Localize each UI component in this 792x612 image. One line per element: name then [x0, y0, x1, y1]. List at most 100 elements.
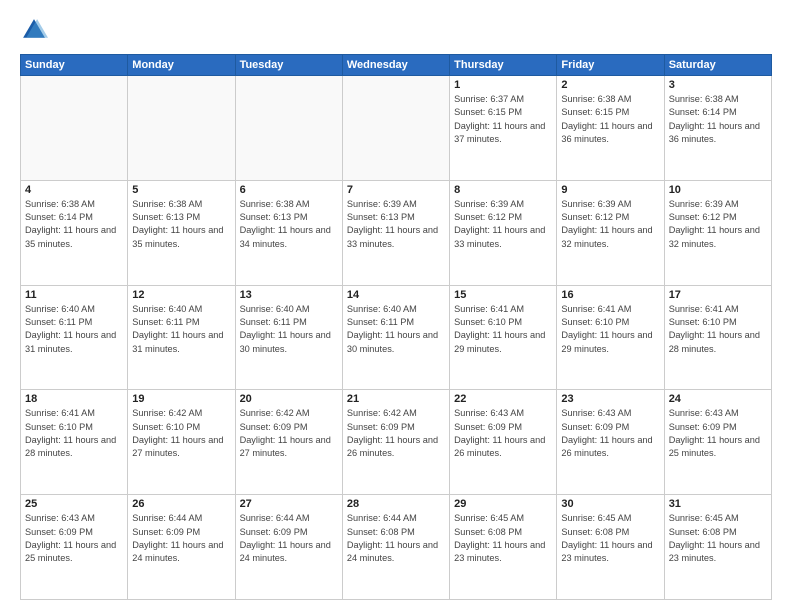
day-number: 2: [561, 79, 659, 91]
day-number: 6: [240, 184, 338, 196]
day-number: 21: [347, 393, 445, 405]
day-info: Sunrise: 6:44 AMSunset: 6:09 PMDaylight:…: [240, 512, 338, 565]
day-number: 30: [561, 498, 659, 510]
day-info: Sunrise: 6:37 AMSunset: 6:15 PMDaylight:…: [454, 93, 552, 146]
day-cell: 28 Sunrise: 6:44 AMSunset: 6:08 PMDayligh…: [342, 495, 449, 600]
day-cell: 17 Sunrise: 6:41 AMSunset: 6:10 PMDayligh…: [664, 285, 771, 390]
day-cell: 18Sunrise: 6:41 AMSunset: 6:10 PMDayligh…: [21, 390, 128, 495]
day-cell: 24 Sunrise: 6:43 AMSunset: 6:09 PMDayligh…: [664, 390, 771, 495]
weekday-header-friday: Friday: [557, 55, 664, 76]
day-info: Sunrise: 6:40 AMSunset: 6:11 PMDaylight:…: [132, 303, 230, 356]
day-cell: 6 Sunrise: 6:38 AMSunset: 6:13 PMDaylight…: [235, 180, 342, 285]
day-cell: 16 Sunrise: 6:41 AMSunset: 6:10 PMDayligh…: [557, 285, 664, 390]
day-cell: 30 Sunrise: 6:45 AMSunset: 6:08 PMDayligh…: [557, 495, 664, 600]
day-cell: 14 Sunrise: 6:40 AMSunset: 6:11 PMDayligh…: [342, 285, 449, 390]
day-number: 8: [454, 184, 552, 196]
day-info: Sunrise: 6:43 AMSunset: 6:09 PMDaylight:…: [25, 512, 123, 565]
day-info: Sunrise: 6:41 AMSunset: 6:10 PMDaylight:…: [454, 303, 552, 356]
day-cell: 7 Sunrise: 6:39 AMSunset: 6:13 PMDaylight…: [342, 180, 449, 285]
day-cell: 25 Sunrise: 6:43 AMSunset: 6:09 PMDayligh…: [21, 495, 128, 600]
day-cell: 11 Sunrise: 6:40 AMSunset: 6:11 PMDayligh…: [21, 285, 128, 390]
day-cell: [342, 76, 449, 181]
day-number: 17: [669, 289, 767, 301]
day-number: 31: [669, 498, 767, 510]
day-number: 3: [669, 79, 767, 91]
day-number: 29: [454, 498, 552, 510]
day-cell: 13 Sunrise: 6:40 AMSunset: 6:11 PMDayligh…: [235, 285, 342, 390]
day-cell: 15 Sunrise: 6:41 AMSunset: 6:10 PMDayligh…: [450, 285, 557, 390]
day-info: Sunrise: 6:38 AMSunset: 6:13 PMDaylight:…: [240, 198, 338, 251]
page: SundayMondayTuesdayWednesdayThursdayFrid…: [0, 0, 792, 612]
day-number: 25: [25, 498, 123, 510]
day-info: Sunrise: 6:42 AMSunset: 6:09 PMDaylight:…: [347, 407, 445, 460]
day-cell: 22 Sunrise: 6:43 AMSunset: 6:09 PMDayligh…: [450, 390, 557, 495]
day-number: 11: [25, 289, 123, 301]
logo: [20, 16, 52, 44]
day-number: 7: [347, 184, 445, 196]
day-info: Sunrise: 6:39 AMSunset: 6:12 PMDaylight:…: [454, 198, 552, 251]
week-row-2: 4 Sunrise: 6:38 AMSunset: 6:14 PMDaylight…: [21, 180, 772, 285]
day-cell: 4 Sunrise: 6:38 AMSunset: 6:14 PMDaylight…: [21, 180, 128, 285]
day-cell: 21 Sunrise: 6:42 AMSunset: 6:09 PMDayligh…: [342, 390, 449, 495]
day-info: Sunrise: 6:39 AMSunset: 6:12 PMDaylight:…: [669, 198, 767, 251]
day-info: Sunrise: 6:45 AMSunset: 6:08 PMDaylight:…: [561, 512, 659, 565]
day-cell: 1 Sunrise: 6:37 AMSunset: 6:15 PMDaylight…: [450, 76, 557, 181]
day-number: 18: [25, 393, 123, 405]
week-row-3: 11 Sunrise: 6:40 AMSunset: 6:11 PMDayligh…: [21, 285, 772, 390]
day-number: 13: [240, 289, 338, 301]
calendar-table: SundayMondayTuesdayWednesdayThursdayFrid…: [20, 54, 772, 600]
day-number: 14: [347, 289, 445, 301]
day-number: 26: [132, 498, 230, 510]
day-number: 24: [669, 393, 767, 405]
day-cell: [128, 76, 235, 181]
day-info: Sunrise: 6:40 AMSunset: 6:11 PMDaylight:…: [347, 303, 445, 356]
weekday-header-sunday: Sunday: [21, 55, 128, 76]
day-info: Sunrise: 6:42 AMSunset: 6:10 PMDaylight:…: [132, 407, 230, 460]
day-info: Sunrise: 6:39 AMSunset: 6:12 PMDaylight:…: [561, 198, 659, 251]
day-number: 12: [132, 289, 230, 301]
day-number: 15: [454, 289, 552, 301]
week-row-4: 18Sunrise: 6:41 AMSunset: 6:10 PMDayligh…: [21, 390, 772, 495]
day-info: Sunrise: 6:39 AMSunset: 6:13 PMDaylight:…: [347, 198, 445, 251]
day-info: Sunrise: 6:40 AMSunset: 6:11 PMDaylight:…: [25, 303, 123, 356]
day-cell: 12 Sunrise: 6:40 AMSunset: 6:11 PMDayligh…: [128, 285, 235, 390]
day-info: Sunrise: 6:43 AMSunset: 6:09 PMDaylight:…: [454, 407, 552, 460]
day-cell: 10Sunrise: 6:39 AMSunset: 6:12 PMDayligh…: [664, 180, 771, 285]
day-number: 4: [25, 184, 123, 196]
day-info: Sunrise: 6:38 AMSunset: 6:14 PMDaylight:…: [25, 198, 123, 251]
weekday-header-wednesday: Wednesday: [342, 55, 449, 76]
day-number: 1: [454, 79, 552, 91]
day-cell: 20 Sunrise: 6:42 AMSunset: 6:09 PMDayligh…: [235, 390, 342, 495]
day-info: Sunrise: 6:41 AMSunset: 6:10 PMDaylight:…: [669, 303, 767, 356]
day-info: Sunrise: 6:42 AMSunset: 6:09 PMDaylight:…: [240, 407, 338, 460]
day-info: Sunrise: 6:41 AMSunset: 6:10 PMDaylight:…: [561, 303, 659, 356]
day-info: Sunrise: 6:44 AMSunset: 6:09 PMDaylight:…: [132, 512, 230, 565]
day-info: Sunrise: 6:38 AMSunset: 6:14 PMDaylight:…: [669, 93, 767, 146]
day-number: 16: [561, 289, 659, 301]
day-info: Sunrise: 6:38 AMSunset: 6:15 PMDaylight:…: [561, 93, 659, 146]
day-number: 23: [561, 393, 659, 405]
day-cell: 27 Sunrise: 6:44 AMSunset: 6:09 PMDayligh…: [235, 495, 342, 600]
day-number: 28: [347, 498, 445, 510]
day-info: Sunrise: 6:38 AMSunset: 6:13 PMDaylight:…: [132, 198, 230, 251]
day-cell: 23Sunrise: 6:43 AMSunset: 6:09 PMDayligh…: [557, 390, 664, 495]
day-info: Sunrise: 6:45 AMSunset: 6:08 PMDaylight:…: [669, 512, 767, 565]
day-cell: 26 Sunrise: 6:44 AMSunset: 6:09 PMDayligh…: [128, 495, 235, 600]
day-number: 19: [132, 393, 230, 405]
day-cell: [235, 76, 342, 181]
day-cell: 31 Sunrise: 6:45 AMSunset: 6:08 PMDayligh…: [664, 495, 771, 600]
week-row-5: 25 Sunrise: 6:43 AMSunset: 6:09 PMDayligh…: [21, 495, 772, 600]
day-number: 27: [240, 498, 338, 510]
day-number: 22: [454, 393, 552, 405]
day-info: Sunrise: 6:44 AMSunset: 6:08 PMDaylight:…: [347, 512, 445, 565]
day-cell: 29 Sunrise: 6:45 AMSunset: 6:08 PMDayligh…: [450, 495, 557, 600]
weekday-header-row: SundayMondayTuesdayWednesdayThursdayFrid…: [21, 55, 772, 76]
day-number: 20: [240, 393, 338, 405]
day-number: 5: [132, 184, 230, 196]
day-number: 9: [561, 184, 659, 196]
day-cell: 19 Sunrise: 6:42 AMSunset: 6:10 PMDayligh…: [128, 390, 235, 495]
day-info: Sunrise: 6:45 AMSunset: 6:08 PMDaylight:…: [454, 512, 552, 565]
day-cell: 8 Sunrise: 6:39 AMSunset: 6:12 PMDaylight…: [450, 180, 557, 285]
day-info: Sunrise: 6:40 AMSunset: 6:11 PMDaylight:…: [240, 303, 338, 356]
day-info: Sunrise: 6:43 AMSunset: 6:09 PMDaylight:…: [669, 407, 767, 460]
